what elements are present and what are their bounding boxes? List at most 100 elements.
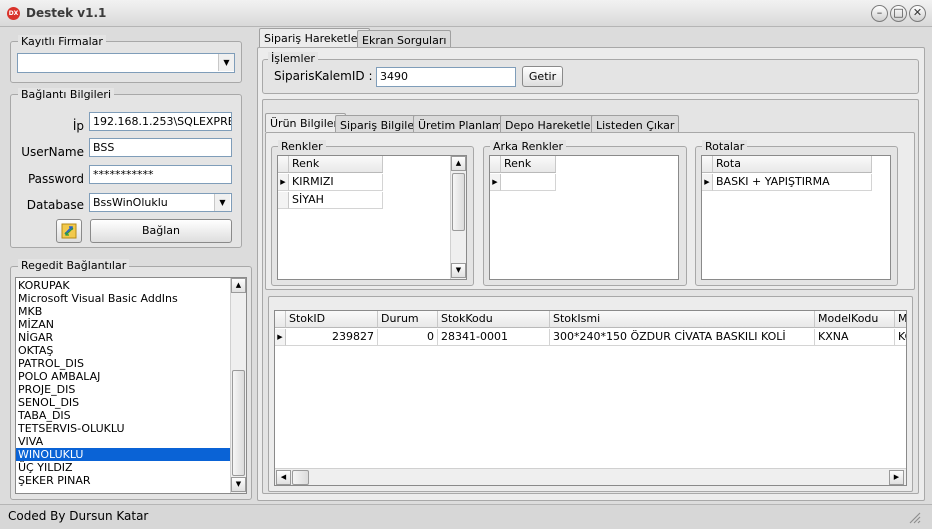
- routes-column-header[interactable]: Rota: [713, 156, 872, 173]
- username-field[interactable]: BSS: [89, 138, 232, 157]
- resize-grip-icon[interactable]: [907, 510, 921, 524]
- list-item[interactable]: KORUPAK: [16, 279, 230, 292]
- scroll-left-icon[interactable]: ◀: [276, 470, 291, 485]
- list-item[interactable]: Microsoft Visual Basic AddIns: [16, 292, 230, 305]
- routes-group-title: Rotalar: [702, 140, 748, 153]
- colors-group-title: Renkler: [278, 140, 326, 153]
- scroll-thumb[interactable]: [292, 470, 309, 485]
- registry-scrollbar[interactable]: ▲ ▼: [230, 278, 246, 493]
- grid-corner: [275, 311, 286, 328]
- list-item[interactable]: PROJE_DIS: [16, 383, 230, 396]
- scroll-thumb[interactable]: [232, 370, 245, 476]
- connect-button[interactable]: Bağlan: [90, 219, 232, 243]
- siparis-kalem-id-label: SiparisKalemID :: [274, 69, 373, 83]
- column-header-stokismi[interactable]: StokIsmi: [550, 311, 815, 328]
- app-logo-icon: DX: [7, 7, 20, 20]
- list-item[interactable]: ŞEKER PINAR: [16, 474, 230, 487]
- back-colors-group-title: Arka Renkler: [490, 140, 567, 153]
- column-header-stokid[interactable]: StokID: [286, 311, 378, 328]
- scroll-thumb[interactable]: [452, 173, 465, 231]
- scroll-up-icon[interactable]: ▲: [451, 156, 466, 171]
- list-item[interactable]: NİGAR: [16, 331, 230, 344]
- row-header: [278, 192, 289, 209]
- list-item[interactable]: TETSERVIS-OLUKLU: [16, 422, 230, 435]
- table-cell[interactable]: 0: [378, 329, 438, 346]
- routes-grid[interactable]: Rota ▶ BASKI + YAPIŞTIRMA: [701, 155, 891, 280]
- table-cell[interactable]: 28341-0001: [438, 329, 550, 346]
- current-row-icon: ▶: [278, 174, 289, 191]
- registry-group-title: Regedit Bağlantılar: [18, 259, 130, 272]
- minimize-button[interactable]: –: [871, 5, 888, 22]
- list-item[interactable]: MKB: [16, 305, 230, 318]
- ip-label: İp: [72, 119, 84, 133]
- tab-ekran-sorgulari[interactable]: Ekran Sorguları: [357, 30, 452, 48]
- title-bar: DX Destek v1.1 – □ ✕: [0, 0, 932, 27]
- table-cell[interactable]: 300*240*150 ÖZDUR CİVATA BASKILI KOLİ: [550, 329, 815, 346]
- list-item[interactable]: VIVA: [16, 435, 230, 448]
- list-item[interactable]: OKTAŞ: [16, 344, 230, 357]
- password-field[interactable]: ***********: [89, 165, 232, 184]
- table-cell[interactable]: [501, 174, 556, 191]
- tool-button[interactable]: [56, 219, 82, 243]
- back-colors-column-header[interactable]: Renk: [501, 156, 556, 173]
- column-header-modelkodu[interactable]: ModelKodu: [815, 311, 895, 328]
- list-item[interactable]: PATROL_DIS: [16, 357, 230, 370]
- tab-siparis-hareketleri[interactable]: Sipariş Hareketleri: [259, 28, 371, 48]
- database-combo[interactable]: BssWinOluklu: [89, 193, 232, 212]
- chevron-down-icon[interactable]: ▼: [218, 54, 234, 71]
- registry-list[interactable]: KORUPAK Microsoft Visual Basic AddIns MK…: [15, 277, 247, 494]
- list-item-selected[interactable]: WINOLUKLU: [16, 448, 230, 461]
- list-item[interactable]: ÜÇ YILDIZ: [16, 461, 230, 474]
- firms-combo[interactable]: [17, 53, 235, 73]
- table-cell[interactable]: KXNA: [815, 329, 895, 346]
- username-label: UserName: [21, 145, 84, 159]
- password-label: Password: [27, 172, 84, 186]
- connection-group-title: Bağlantı Bilgileri: [18, 88, 115, 101]
- status-text: Coded By Dursun Katar: [8, 509, 149, 523]
- colors-scrollbar[interactable]: ▲ ▼: [450, 156, 466, 279]
- ip-field[interactable]: 192.168.1.253\SQLEXPRESS: [89, 112, 232, 131]
- siparis-kalem-id-field[interactable]: 3490: [376, 67, 516, 87]
- status-bar: Coded By Dursun Katar: [0, 504, 932, 529]
- table-cell[interactable]: SİYAH: [289, 192, 383, 209]
- operations-group-title: İşlemler: [268, 52, 318, 65]
- get-button[interactable]: Getir: [522, 66, 563, 87]
- colors-grid[interactable]: Renk ▶ KIRMIZI SİYAH ▲ ▼: [277, 155, 467, 280]
- scroll-down-icon[interactable]: ▼: [451, 263, 466, 278]
- column-header-durum[interactable]: Durum: [378, 311, 438, 328]
- tab-urun-bilgileri[interactable]: Ürün Bilgileri: [265, 113, 347, 132]
- scroll-up-icon[interactable]: ▲: [231, 278, 246, 293]
- swap-tool-icon: [61, 223, 77, 239]
- column-header-mo[interactable]: Mo: [895, 311, 906, 328]
- scroll-down-icon[interactable]: ▼: [231, 477, 246, 492]
- grid-corner: [278, 156, 289, 173]
- colors-column-header[interactable]: Renk: [289, 156, 383, 173]
- window-title: Destek v1.1: [26, 6, 107, 20]
- close-button[interactable]: ✕: [909, 5, 926, 22]
- table-cell[interactable]: KO: [895, 329, 906, 346]
- current-row-icon: ▶: [490, 174, 501, 191]
- table-cell[interactable]: 239827: [286, 329, 378, 346]
- tab-depo-hareketleri[interactable]: Depo Hareketleri: [500, 115, 603, 132]
- table-cell[interactable]: BASKI + YAPIŞTIRMA: [713, 174, 872, 191]
- list-item[interactable]: POLO AMBALAJ: [16, 370, 230, 383]
- list-item[interactable]: SENOL_DIS: [16, 396, 230, 409]
- current-row-icon: ▶: [275, 329, 286, 346]
- stock-hscrollbar[interactable]: ◀ ▶: [275, 468, 906, 485]
- current-row-icon: ▶: [702, 174, 713, 191]
- registry-items: KORUPAK Microsoft Visual Basic AddIns MK…: [16, 279, 230, 487]
- grid-corner: [490, 156, 501, 173]
- chevron-down-icon[interactable]: ▼: [214, 194, 230, 211]
- tab-listeden-cikar[interactable]: Listeden Çıkar: [591, 115, 680, 132]
- grid-corner: [702, 156, 713, 173]
- table-cell[interactable]: KIRMIZI: [289, 174, 383, 191]
- back-colors-grid[interactable]: Renk ▶: [489, 155, 679, 280]
- list-item[interactable]: MİZAN: [16, 318, 230, 331]
- list-item[interactable]: TABA_DIS: [16, 409, 230, 422]
- maximize-button[interactable]: □: [890, 5, 907, 22]
- database-label: Database: [26, 198, 84, 212]
- column-header-stokkodu[interactable]: StokKodu: [438, 311, 550, 328]
- firms-group-title: Kayıtlı Firmalar: [18, 35, 106, 48]
- stock-grid[interactable]: StokID Durum StokKodu StokIsmi ModelKodu…: [274, 310, 907, 486]
- scroll-right-icon[interactable]: ▶: [889, 470, 904, 485]
